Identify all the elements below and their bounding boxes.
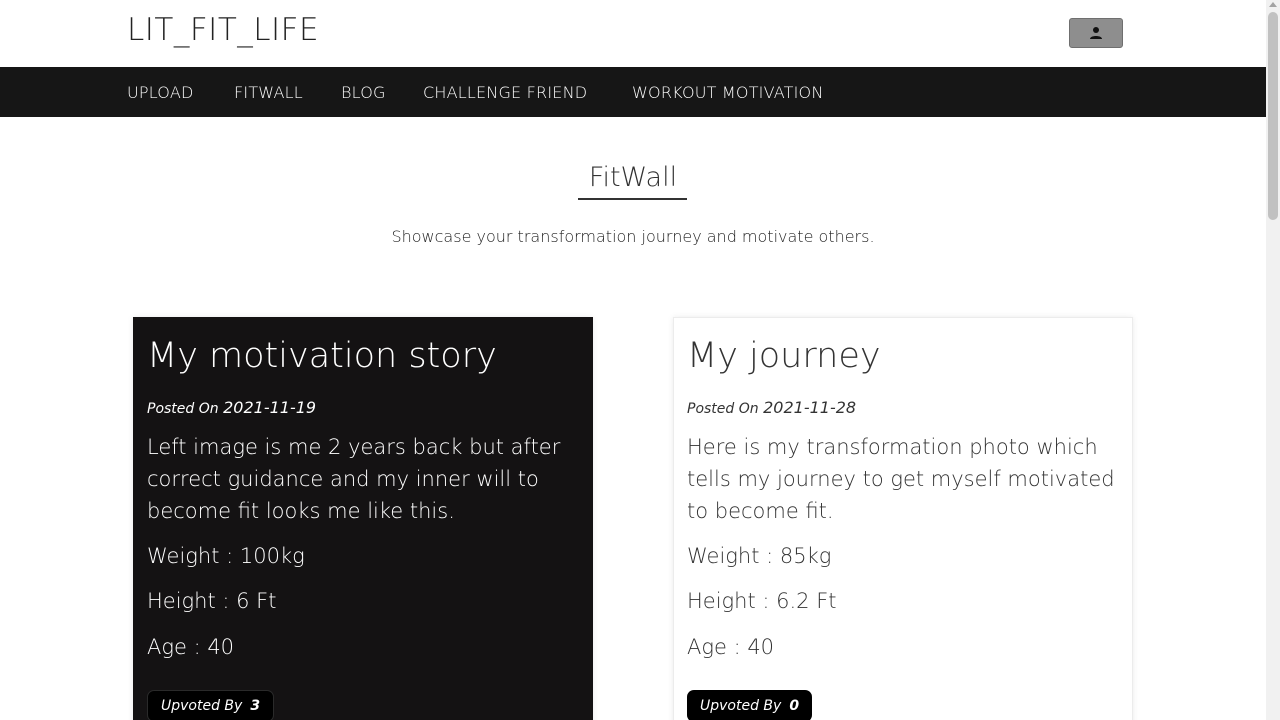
post-date-line: Posted On 2021-11-19 bbox=[147, 398, 316, 417]
upvote-button[interactable]: Upvoted By 0 bbox=[687, 690, 813, 720]
page-subtitle: Showcase your transformation journey and… bbox=[391, 227, 875, 246]
user-menu-button[interactable] bbox=[1069, 18, 1123, 48]
nav-fitwall[interactable]: FITWALL bbox=[234, 83, 303, 102]
upvote-count: 3 bbox=[250, 698, 261, 714]
page-title: FitWall bbox=[588, 162, 678, 193]
post-title: My motivation story bbox=[147, 336, 497, 376]
post-date-line: Posted On 2021-11-28 bbox=[687, 398, 856, 417]
posted-on-label: Posted On bbox=[687, 401, 759, 417]
post-height: Height : 6.2 Ft bbox=[687, 589, 837, 613]
main-navbar: UPLOAD FITWALL BLOG CHALLENGE FRIEND WOR… bbox=[0, 67, 1266, 117]
post-card: My motivation story Posted On 2021-11-19… bbox=[133, 317, 593, 720]
post-height: Height : 6 Ft bbox=[147, 589, 277, 613]
scroll-up-arrow-icon[interactable] bbox=[1269, 2, 1277, 7]
top-header: LIT_FIT_LIFE bbox=[0, 0, 1266, 67]
nav-upload[interactable]: UPLOAD bbox=[127, 83, 193, 102]
upvote-label: Upvoted By bbox=[700, 698, 782, 714]
brand-logo-text[interactable]: LIT_FIT_LIFE bbox=[127, 12, 319, 48]
post-weight: Weight : 85kg bbox=[687, 544, 832, 568]
upvote-count: 0 bbox=[789, 698, 800, 714]
nav-workout-motivation[interactable]: WORKOUT MOTIVATION bbox=[632, 83, 823, 102]
post-title: My journey bbox=[687, 336, 881, 376]
posted-on-label: Posted On bbox=[147, 401, 219, 417]
post-age: Age : 40 bbox=[147, 635, 235, 659]
post-age: Age : 40 bbox=[687, 635, 775, 659]
post-description: Here is my transformation photo which te… bbox=[687, 435, 1115, 523]
title-underline bbox=[578, 198, 687, 200]
scrollbar-thumb[interactable] bbox=[1268, 12, 1278, 220]
post-date: 2021-11-19 bbox=[223, 398, 317, 417]
post-card: My journey Posted On 2021-11-28 Here is … bbox=[673, 317, 1133, 720]
post-description: Left image is me 2 years back but after … bbox=[147, 435, 561, 523]
nav-challenge-friend[interactable]: CHALLENGE FRIEND bbox=[423, 83, 587, 102]
upvote-label: Upvoted By bbox=[161, 698, 243, 714]
post-date: 2021-11-28 bbox=[763, 398, 857, 417]
nav-blog[interactable]: BLOG bbox=[341, 83, 386, 102]
user-icon bbox=[1090, 27, 1102, 39]
post-weight: Weight : 100kg bbox=[147, 544, 305, 568]
upvote-button[interactable]: Upvoted By 3 bbox=[147, 690, 275, 720]
